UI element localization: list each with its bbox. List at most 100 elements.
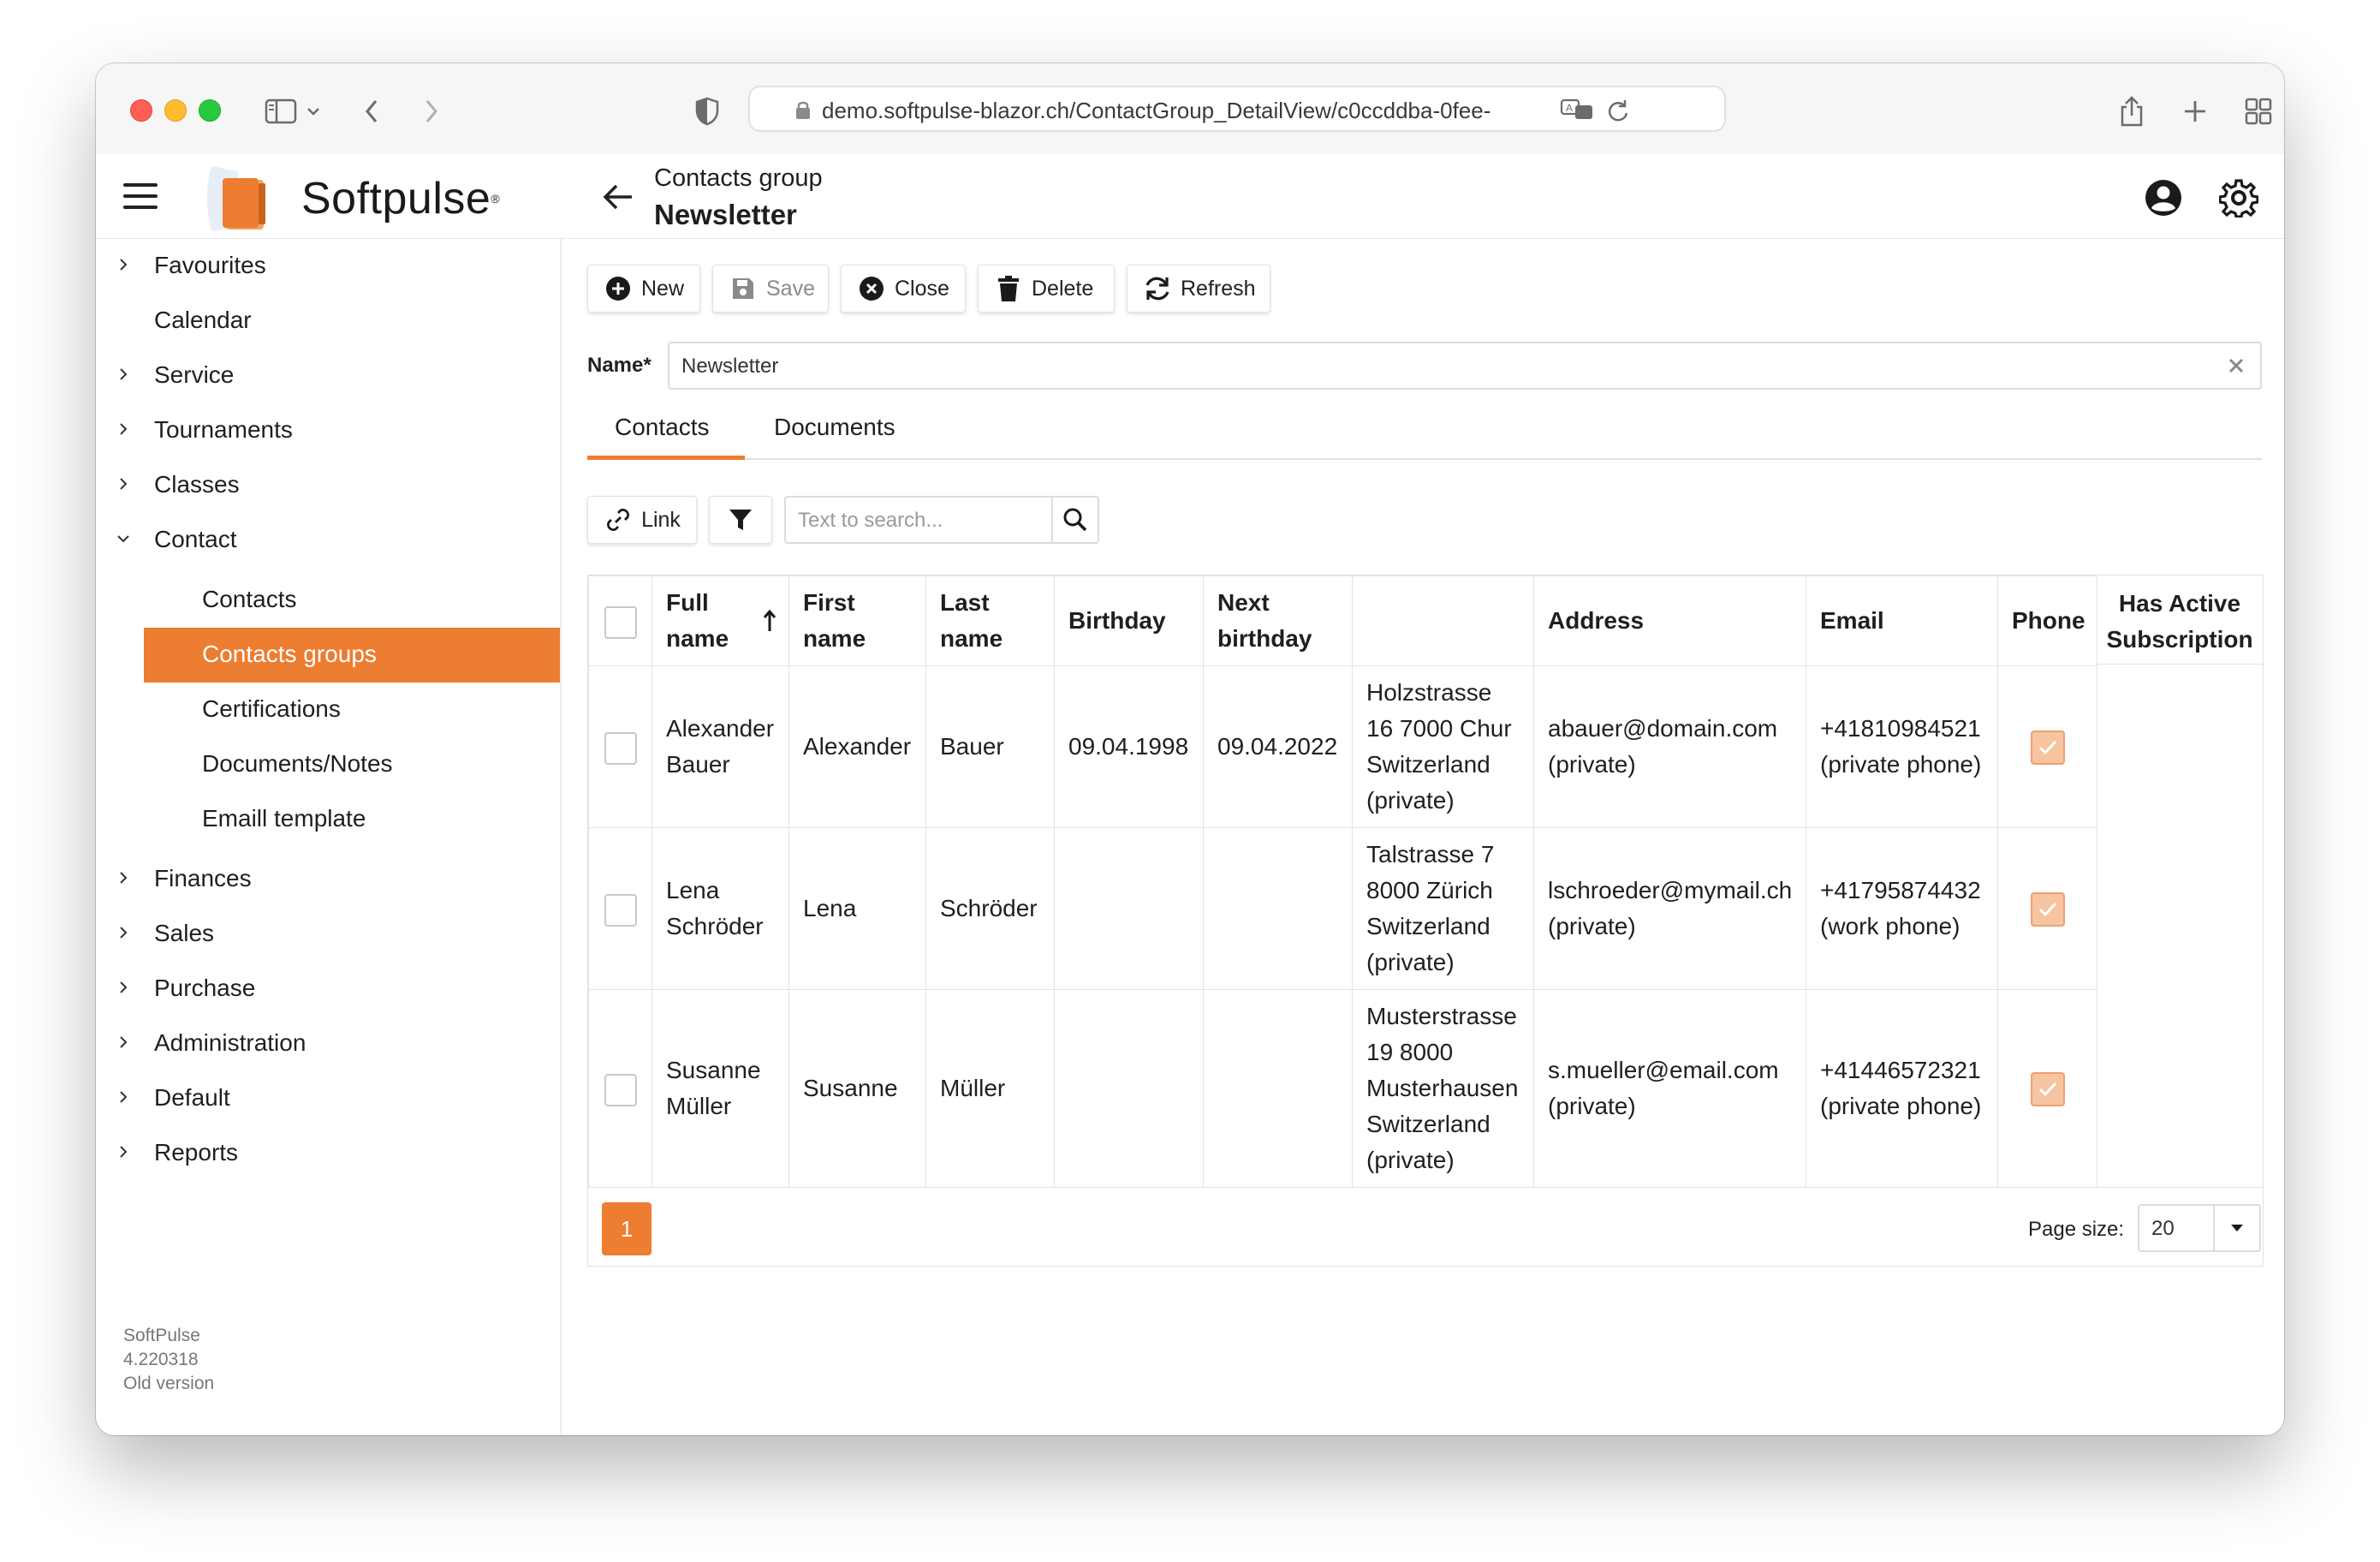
tab-documents[interactable]: Documents (774, 414, 895, 441)
cell-email: +41446572321 (private phone) (1806, 989, 1998, 1188)
table-row[interactable]: Alexander Bauer Alexander Bauer 09.04.19… (588, 665, 2097, 828)
sidebar-item-purchase[interactable]: Purchase (96, 962, 560, 1016)
sidebar-item-contacts[interactable]: Contacts (96, 573, 560, 628)
tab-contacts[interactable]: Contacts (615, 414, 710, 441)
sidebar-item-contact[interactable]: Contact (96, 513, 560, 568)
sidebar-item-contacts-groups[interactable]: Contacts groups (144, 628, 560, 683)
sidebar-item-favourites[interactable]: Favourites (96, 239, 560, 294)
user-account-icon[interactable] (2144, 178, 2183, 218)
chevron-down-icon[interactable] (303, 94, 324, 128)
chevron-right-icon (120, 1036, 128, 1048)
sidebar: Favourites Calendar Service Tournaments … (96, 239, 562, 1435)
sidebar-item-tournaments[interactable]: Tournaments (96, 403, 560, 458)
close-button[interactable]: Close (841, 265, 966, 313)
sidebar-item-default[interactable]: Default (96, 1071, 560, 1126)
column-header-full-name[interactable]: Full name (652, 575, 789, 666)
column-header-address[interactable]: Address (1533, 575, 1806, 666)
row-checkbox[interactable] (604, 893, 637, 927)
search-button[interactable] (1051, 498, 1098, 542)
clear-icon[interactable] (2224, 354, 2248, 378)
menu-icon[interactable] (123, 183, 158, 209)
cell-first-name: Susanne (788, 989, 926, 1188)
sidebar-item-sales[interactable]: Sales (96, 907, 560, 962)
table-row[interactable]: Susanne Müller Susanne Müller Musterstra… (588, 989, 2097, 1188)
cell-first-name: Lena (788, 827, 926, 990)
page-size-select[interactable]: 20 (2138, 1204, 2261, 1252)
refresh-button[interactable]: Refresh (1127, 265, 1270, 313)
sidebar-item-label: Documents/Notes (202, 750, 393, 777)
translate-icon[interactable]: A (1560, 98, 1594, 122)
name-field[interactable]: Newsletter (668, 342, 2262, 390)
new-button[interactable]: New (587, 265, 700, 313)
sidebar-item-classes[interactable]: Classes (96, 458, 560, 513)
column-header-email[interactable]: Email (1806, 575, 1998, 666)
sidebar-item-label: Emaill template (202, 805, 366, 832)
minimize-window-button[interactable] (164, 99, 187, 122)
cell-phone (1997, 665, 2097, 828)
chevron-right-icon (120, 927, 128, 939)
forward-nav-icon[interactable] (414, 94, 449, 128)
cell-email: +41810984521 (private phone) (1806, 665, 1998, 828)
row-select-cell (588, 665, 652, 828)
privacy-shield-icon[interactable] (690, 94, 724, 128)
sidebar-toggle-icon[interactable] (264, 94, 298, 128)
reload-icon[interactable] (1606, 98, 1630, 123)
plus-circle-icon (604, 274, 633, 303)
cell-address: abauer@domain.com (private) (1533, 665, 1806, 828)
search-input[interactable] (796, 506, 1048, 535)
delete-button[interactable]: Delete (978, 265, 1115, 313)
dropdown-button[interactable] (2213, 1206, 2259, 1250)
back-nav-icon[interactable] (354, 94, 389, 128)
sidebar-item-certifications[interactable]: Certifications (96, 683, 560, 737)
back-arrow-icon[interactable] (601, 180, 635, 214)
page-button-current[interactable]: 1 (602, 1202, 652, 1255)
select-all-checkbox[interactable] (604, 605, 637, 639)
column-header-birthday[interactable]: Birthday (1054, 575, 1204, 666)
sidebar-item-label: Favourites (154, 252, 266, 278)
share-icon[interactable] (2115, 94, 2149, 128)
sidebar-item-calendar[interactable]: Calendar (96, 294, 560, 349)
save-button[interactable]: Save (712, 265, 829, 313)
sidebar-item-finances[interactable]: Finances (96, 852, 560, 907)
column-header-phone[interactable]: Phone (1997, 575, 2097, 666)
contacts-table: Full name First name Last name Birthday … (588, 575, 2097, 1188)
tab-overview-icon[interactable] (2241, 94, 2276, 128)
sidebar-item-label: Calendar (154, 307, 252, 333)
svg-text:A: A (1566, 102, 1573, 114)
row-checkbox[interactable] (604, 1073, 637, 1106)
save-button-label: Save (766, 276, 815, 301)
sidebar-item-label: Administration (154, 1029, 306, 1056)
sidebar-item-reports[interactable]: Reports (96, 1126, 560, 1181)
cell-next-birthday: 09.04.2022 (1203, 665, 1353, 828)
sidebar-item-label: Contact (154, 526, 237, 552)
column-header-unnamed[interactable] (1352, 575, 1534, 666)
sidebar-item-administration[interactable]: Administration (96, 1016, 560, 1071)
version-number: 4.220318 (123, 1350, 199, 1369)
link-button[interactable]: Link (587, 496, 697, 544)
column-header-first-name[interactable]: First name (788, 575, 926, 666)
column-header-last-name[interactable]: Last name (925, 575, 1055, 666)
address-bar[interactable]: demo.softpulse-blazor.ch/ContactGroup_De… (748, 86, 1726, 132)
column-header-next-birthday[interactable]: Next birthday (1203, 575, 1353, 666)
checkmark-icon (2038, 741, 2056, 755)
chevron-right-icon (120, 981, 128, 993)
sidebar-item-service[interactable]: Service (96, 349, 560, 403)
tab-divider (587, 458, 2262, 460)
chevron-down-icon (117, 535, 129, 543)
sort-ascending-icon[interactable] (763, 609, 776, 633)
cell-location: Holzstrasse 16 7000 Chur Switzerland (pr… (1352, 665, 1534, 828)
filter-button[interactable] (709, 496, 772, 544)
version-note: Old version (123, 1374, 215, 1393)
sidebar-item-label: Purchase (154, 975, 256, 1001)
column-header-has-active-subscription[interactable]: Has Active Subscription (2097, 575, 2263, 665)
row-checkbox[interactable] (604, 731, 637, 765)
zoom-window-button[interactable] (199, 99, 221, 122)
sidebar-item-documents-notes[interactable]: Documents/Notes (96, 737, 560, 792)
sidebar-item-email-template[interactable]: Emaill template (96, 792, 560, 847)
sidebar-item-label: Service (154, 361, 235, 388)
new-tab-icon[interactable] (2178, 94, 2212, 128)
close-window-button[interactable] (130, 99, 152, 122)
table-row[interactable]: Lena Schröder Lena Schröder Talstrasse 7… (588, 827, 2097, 990)
cell-location: Musterstrasse 19 8000 Musterhausen Switz… (1352, 989, 1534, 1188)
gear-icon[interactable] (2219, 178, 2258, 218)
